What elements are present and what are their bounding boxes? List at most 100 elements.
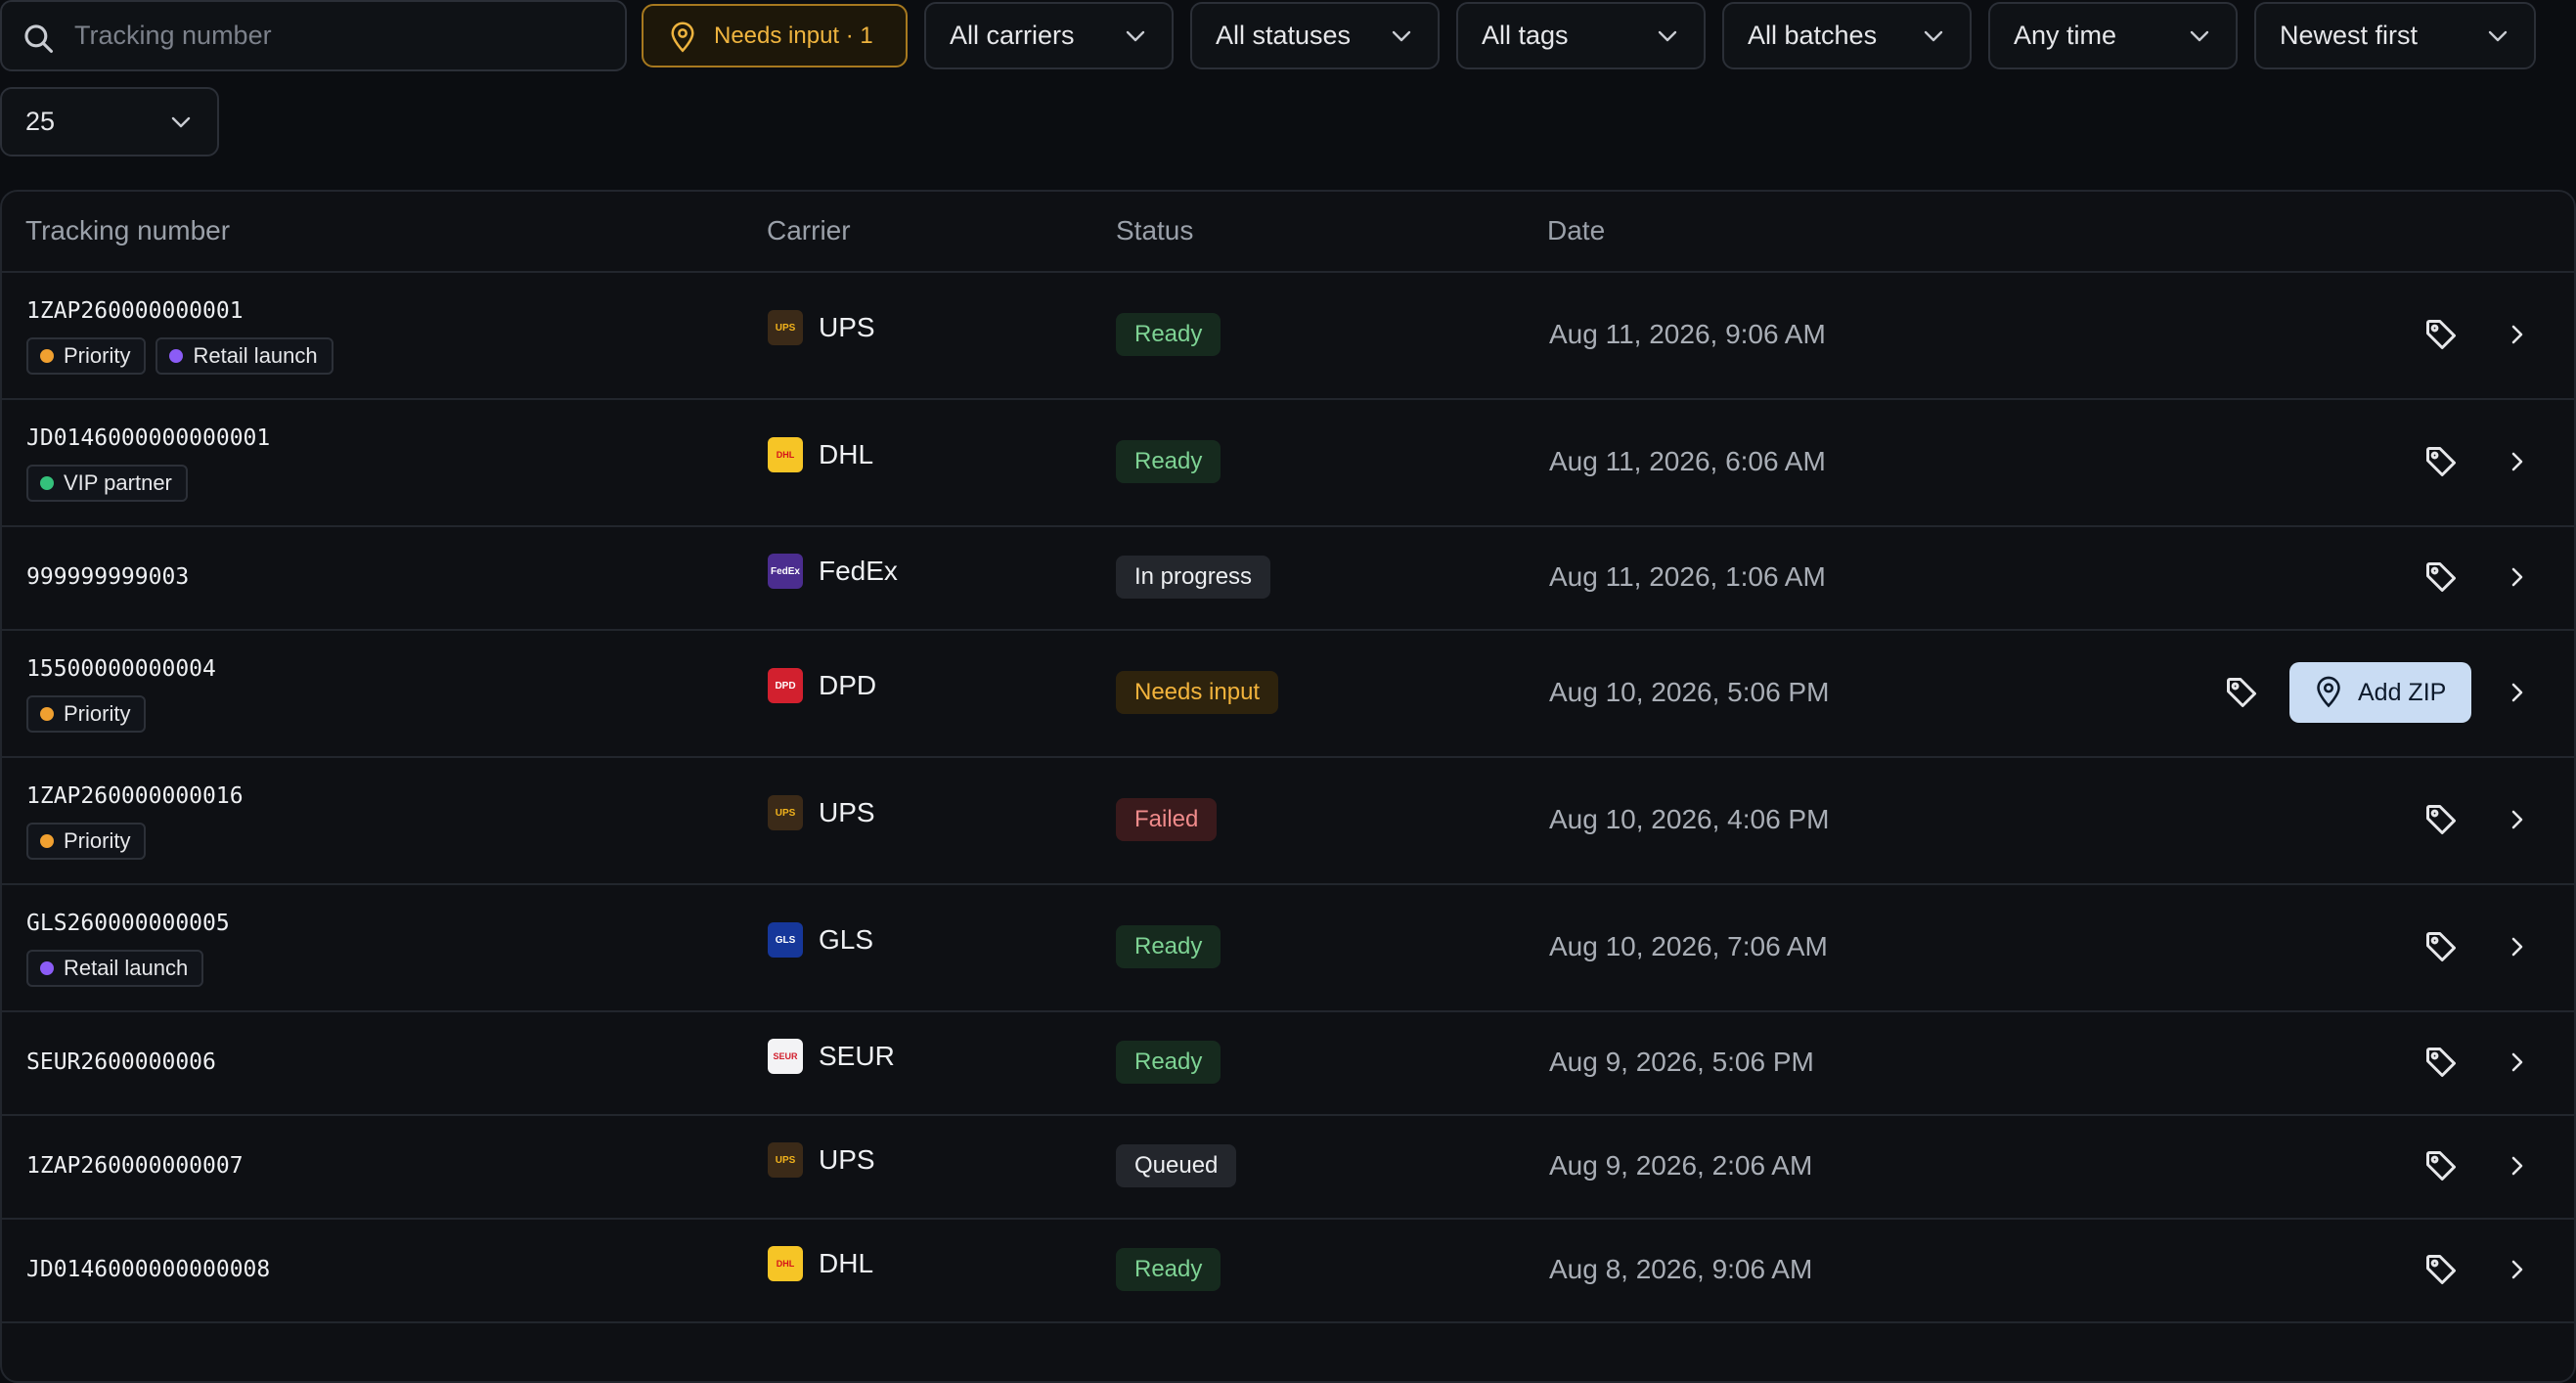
tag-icon[interactable] [2423,929,2459,964]
carrier-logo-icon: DHL [768,1246,803,1281]
tag-label: Priority [64,343,131,368]
table-header: Tracking number Carrier Status Date [2,192,2574,273]
carrier-cell: UPS UPS [768,1142,875,1178]
shipment-date: Aug 10, 2026, 4:06 PM [1549,804,1830,834]
time-select[interactable]: Any time [1988,2,2238,69]
carrier-name: FedEx [819,556,898,586]
chevron-right-icon[interactable] [2507,1256,2528,1283]
status-badge: Ready [1116,440,1221,483]
tracking-number: JD0146000000000001 [26,425,271,451]
needs-input-filter-button[interactable]: Needs input · 1 [642,4,908,67]
shipment-date: Aug 10, 2026, 7:06 AM [1549,931,1828,961]
carrier-name: UPS [819,797,875,827]
tracking-number: JD0146000000000008 [26,1257,271,1282]
chevron-down-icon [1658,30,1677,41]
carrier-cell: UPS UPS [768,310,875,345]
tag-label: Retail launch [64,956,189,980]
tag-icon[interactable] [2423,1252,2459,1287]
sort-select[interactable]: Newest first [2254,2,2536,69]
tag-icon[interactable] [2423,802,2459,837]
tag-label: Priority [64,701,131,726]
chevron-right-icon[interactable] [2507,321,2528,348]
page-size-select[interactable]: 25 [0,87,219,156]
carrier-logo-icon: UPS [768,1142,803,1178]
shipment-date: Aug 11, 2026, 9:06 AM [1549,319,1826,349]
tag-label: VIP partner [64,470,172,495]
tag-list: Retail launch [26,950,204,987]
chevron-right-icon[interactable] [2507,933,2528,960]
column-header-tracking[interactable]: Tracking number [25,215,230,246]
needs-input-filter-label: Needs input · 1 [714,22,873,49]
table-row[interactable]: JD0146000000000001 VIP partner DHL DHL Ready… [2,398,2574,527]
tag-color-dot [40,476,54,490]
tag-icon[interactable] [2423,444,2459,479]
tag-chip: VIP partner [26,465,188,502]
table-row[interactable]: GLS260000000005 Retail launch GLS GLS Ready A… [2,883,2574,1012]
status-badge: Needs input [1116,671,1279,714]
carrier-logo-icon: FedEx [768,554,803,589]
tag-icon[interactable] [2423,1148,2459,1183]
status-badge: Ready [1116,1248,1221,1291]
tag-icon[interactable] [2423,317,2459,352]
tag-icon[interactable] [2423,559,2459,595]
map-pin-icon [2317,676,2340,708]
table-row[interactable]: SEUR2600000006 SEUR SEUR Ready Aug 9, 2026, … [2,1010,2574,1116]
table-row[interactable]: 15500000000004 Priority DPD DPD Needs input A… [2,629,2574,758]
status-badge: Queued [1116,1144,1237,1187]
carrier-cell: UPS UPS [768,795,875,830]
batch-select-value: All batches [1748,21,1878,50]
tracking-number: 1ZAP260000000016 [26,783,244,809]
status-badge: Ready [1116,925,1221,968]
shipment-date: Aug 9, 2026, 5:06 PM [1549,1047,1814,1077]
time-select-value: Any time [2014,21,2117,50]
carrier-logo-icon: SEUR [768,1039,803,1074]
shipment-date: Aug 10, 2026, 5:06 PM [1549,677,1830,707]
tag-select[interactable]: All tags [1456,2,1706,69]
table-row[interactable]: 1ZAP260000000016 Priority UPS UPS Failed Aug … [2,756,2574,885]
chevron-right-icon[interactable] [2507,806,2528,833]
carrier-name: UPS [819,312,875,342]
chevron-right-icon[interactable] [2507,563,2528,591]
carrier-cell: FedEx FedEx [768,554,898,589]
status-badge: Failed [1116,798,1218,841]
column-header-carrier[interactable]: Carrier [767,215,851,246]
tag-chip: Retail launch [26,950,204,987]
tag-icon[interactable] [2423,1045,2459,1080]
column-header-date[interactable]: Date [1547,215,1605,246]
table-row[interactable]: 1ZAP260000000001 Priority Retail launch UPS… [2,271,2574,400]
status-select[interactable]: All statuses [1190,2,1440,69]
chevron-right-icon[interactable] [2507,448,2528,475]
status-badge: Ready [1116,313,1221,356]
table-row[interactable]: JD0146000000000008 DHL DHL Ready Aug 8, 2026… [2,1218,2574,1323]
carrier-name: DHL [819,439,874,469]
carrier-cell: DHL DHL [768,1246,873,1281]
chevron-down-icon [1924,30,1943,41]
add-zip-button[interactable]: Add ZIP [2289,662,2471,723]
tag-label: Priority [64,828,131,853]
table-row[interactable]: 999999999003 FedEx FedEx In progress Aug 11,… [2,525,2574,631]
table-row[interactable]: 1ZAP260000000007 UPS UPS Queued Aug 9, 2026,… [2,1114,2574,1220]
carrier-name: GLS [819,924,874,955]
chevron-right-icon[interactable] [2507,679,2528,706]
tag-icon[interactable] [2224,675,2259,710]
tracking-number: 999999999003 [26,564,190,590]
carrier-name: DHL [819,1248,874,1278]
chevron-right-icon[interactable] [2507,1152,2528,1180]
tag-color-dot [40,349,54,363]
search-input[interactable]: Tracking number [0,0,627,71]
status-select-value: All statuses [1216,21,1352,50]
chevron-down-icon [2488,30,2508,41]
chevron-down-icon [2190,30,2209,41]
batch-select[interactable]: All batches [1722,2,1972,69]
column-header-status[interactable]: Status [1116,215,1193,246]
carrier-name: DPD [819,670,877,700]
chevron-right-icon[interactable] [2507,1048,2528,1076]
tracking-number: 1ZAP260000000001 [26,298,244,324]
carrier-select[interactable]: All carriers [924,2,1174,69]
carrier-logo-icon: DHL [768,437,803,472]
shipment-date: Aug 8, 2026, 9:06 AM [1549,1254,1813,1284]
tracking-number: 1ZAP260000000007 [26,1153,244,1179]
carrier-select-value: All carriers [950,21,1075,50]
tracking-number: SEUR2600000006 [26,1049,216,1075]
add-zip-label: Add ZIP [2358,678,2447,706]
